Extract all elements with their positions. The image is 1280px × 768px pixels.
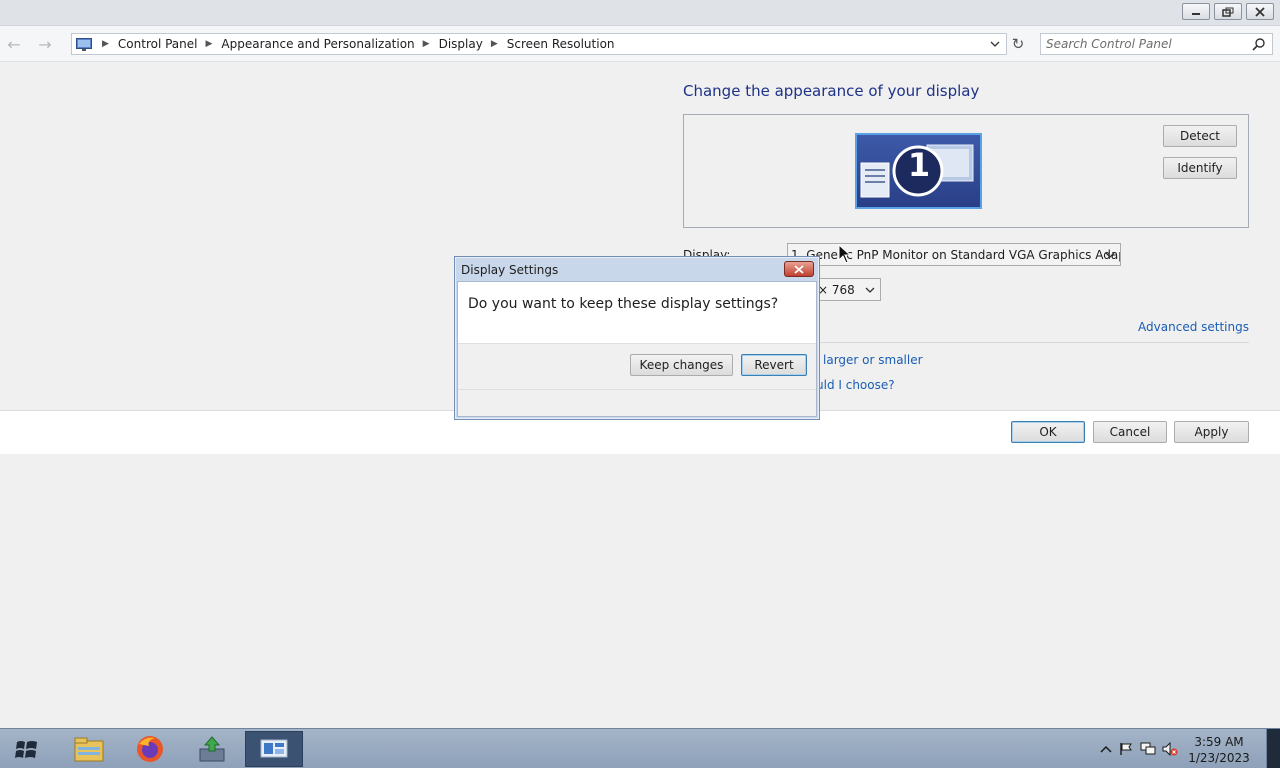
close-icon: [794, 264, 804, 274]
search-box[interactable]: [1040, 33, 1273, 55]
identify-button[interactable]: Identify: [1163, 157, 1237, 179]
start-button[interactable]: [0, 731, 54, 767]
page-heading: Change the appearance of your display: [683, 82, 980, 100]
monitor-1-tile[interactable]: 1: [855, 133, 982, 209]
chevron-down-icon: [1105, 252, 1115, 258]
show-hidden-icons-button[interactable]: [1098, 741, 1114, 757]
forward-arrow-icon: →: [38, 34, 52, 54]
address-dropdown-button[interactable]: [988, 37, 1002, 51]
flag-icon: [1120, 743, 1132, 755]
back-arrow-icon: ←: [7, 34, 21, 54]
monitor-number: 1: [907, 146, 931, 184]
windows-logo-icon: [15, 741, 37, 758]
breadcrumb-appearance[interactable]: Appearance and Personalization: [221, 37, 414, 51]
cancel-button[interactable]: Cancel: [1093, 421, 1167, 443]
mouse-cursor-icon: [838, 244, 852, 264]
search-input[interactable]: [1041, 34, 1241, 54]
volume-button[interactable]: [1162, 741, 1178, 757]
dialog-button-row: Keep changes Revert: [458, 343, 816, 389]
clock-date: 1/23/2023: [1188, 751, 1250, 765]
forward-button[interactable]: →: [34, 34, 56, 54]
close-button[interactable]: [1246, 3, 1274, 20]
restore-icon: [1222, 7, 1234, 17]
installer-icon: [199, 736, 225, 762]
dialog-title: Display Settings: [461, 263, 559, 277]
breadcrumb-screen-resolution[interactable]: Screen Resolution: [507, 37, 615, 51]
action-center-button[interactable]: [1118, 741, 1134, 757]
apply-button[interactable]: Apply: [1174, 421, 1249, 443]
dialog-body: Do you want to keep these display settin…: [457, 281, 817, 417]
chevron-right-icon: ▶: [205, 39, 213, 49]
chevron-right-icon: ▶: [490, 39, 498, 49]
ok-button[interactable]: OK: [1011, 421, 1085, 443]
clock[interactable]: 3:59 AM 1/23/2023: [1188, 734, 1250, 766]
clock-time: 3:59 AM: [1194, 735, 1244, 749]
taskbar: 3:59 AM 1/23/2023: [0, 728, 1280, 768]
firefox-icon: [137, 736, 163, 762]
window-controls: [1182, 3, 1274, 20]
refresh-icon: ↻: [1011, 35, 1025, 53]
system-tray: 3:59 AM 1/23/2023: [1090, 729, 1280, 768]
chevron-down-icon: [990, 41, 1000, 47]
network-icon: [1140, 742, 1156, 755]
dialog-footer: [458, 389, 816, 416]
display-settings-dialog: Display Settings Do you want to keep the…: [454, 256, 820, 420]
chevron-up-icon: [1100, 745, 1112, 753]
address-bar[interactable]: ▶ Control Panel ▶ Appearance and Persona…: [71, 33, 1007, 55]
minimize-button[interactable]: [1182, 3, 1210, 20]
dialog-question: Do you want to keep these display settin…: [468, 296, 779, 312]
folder-icon: [74, 737, 104, 762]
revert-button[interactable]: Revert: [741, 354, 807, 376]
breadcrumb-display[interactable]: Display: [439, 37, 483, 51]
chevron-right-icon: ▶: [102, 39, 109, 49]
taskbar-file-explorer[interactable]: [60, 731, 118, 767]
volume-muted-icon: [1162, 742, 1178, 756]
refresh-button[interactable]: ↻: [1009, 35, 1027, 53]
keep-changes-button[interactable]: Keep changes: [630, 354, 733, 376]
show-desktop-button[interactable]: [1266, 729, 1280, 768]
navigation-bar: ← → ▶ Control Panel ▶ Appearance and Per…: [0, 26, 1280, 62]
control-panel-icon: [260, 739, 288, 758]
window-titlebar: [0, 0, 1280, 26]
chevron-down-icon: [865, 287, 875, 293]
monitor-arrangement-box: 1 Detect Identify: [683, 114, 1249, 228]
advanced-settings-link[interactable]: Advanced settings: [1138, 320, 1249, 334]
back-button[interactable]: ←: [3, 34, 25, 54]
close-icon: [1255, 6, 1265, 17]
settings-help-link[interactable]: uld I choose?: [816, 378, 895, 392]
network-button[interactable]: [1140, 741, 1156, 757]
control-panel-icon: [76, 37, 94, 51]
minimize-icon: [1192, 12, 1200, 15]
taskbar-firefox[interactable]: [121, 731, 179, 767]
chevron-right-icon: ▶: [422, 39, 430, 49]
taskbar-installer[interactable]: [183, 731, 241, 767]
breadcrumb-control-panel[interactable]: Control Panel: [118, 37, 198, 51]
text-size-link[interactable]: larger or smaller: [823, 353, 923, 367]
detect-button[interactable]: Detect: [1163, 125, 1237, 147]
resolution-select-value: × 768: [818, 282, 855, 297]
search-icon: [1252, 38, 1265, 51]
dialog-close-button[interactable]: [784, 261, 814, 277]
taskbar-control-panel[interactable]: [245, 731, 303, 767]
restore-button[interactable]: [1214, 3, 1242, 20]
